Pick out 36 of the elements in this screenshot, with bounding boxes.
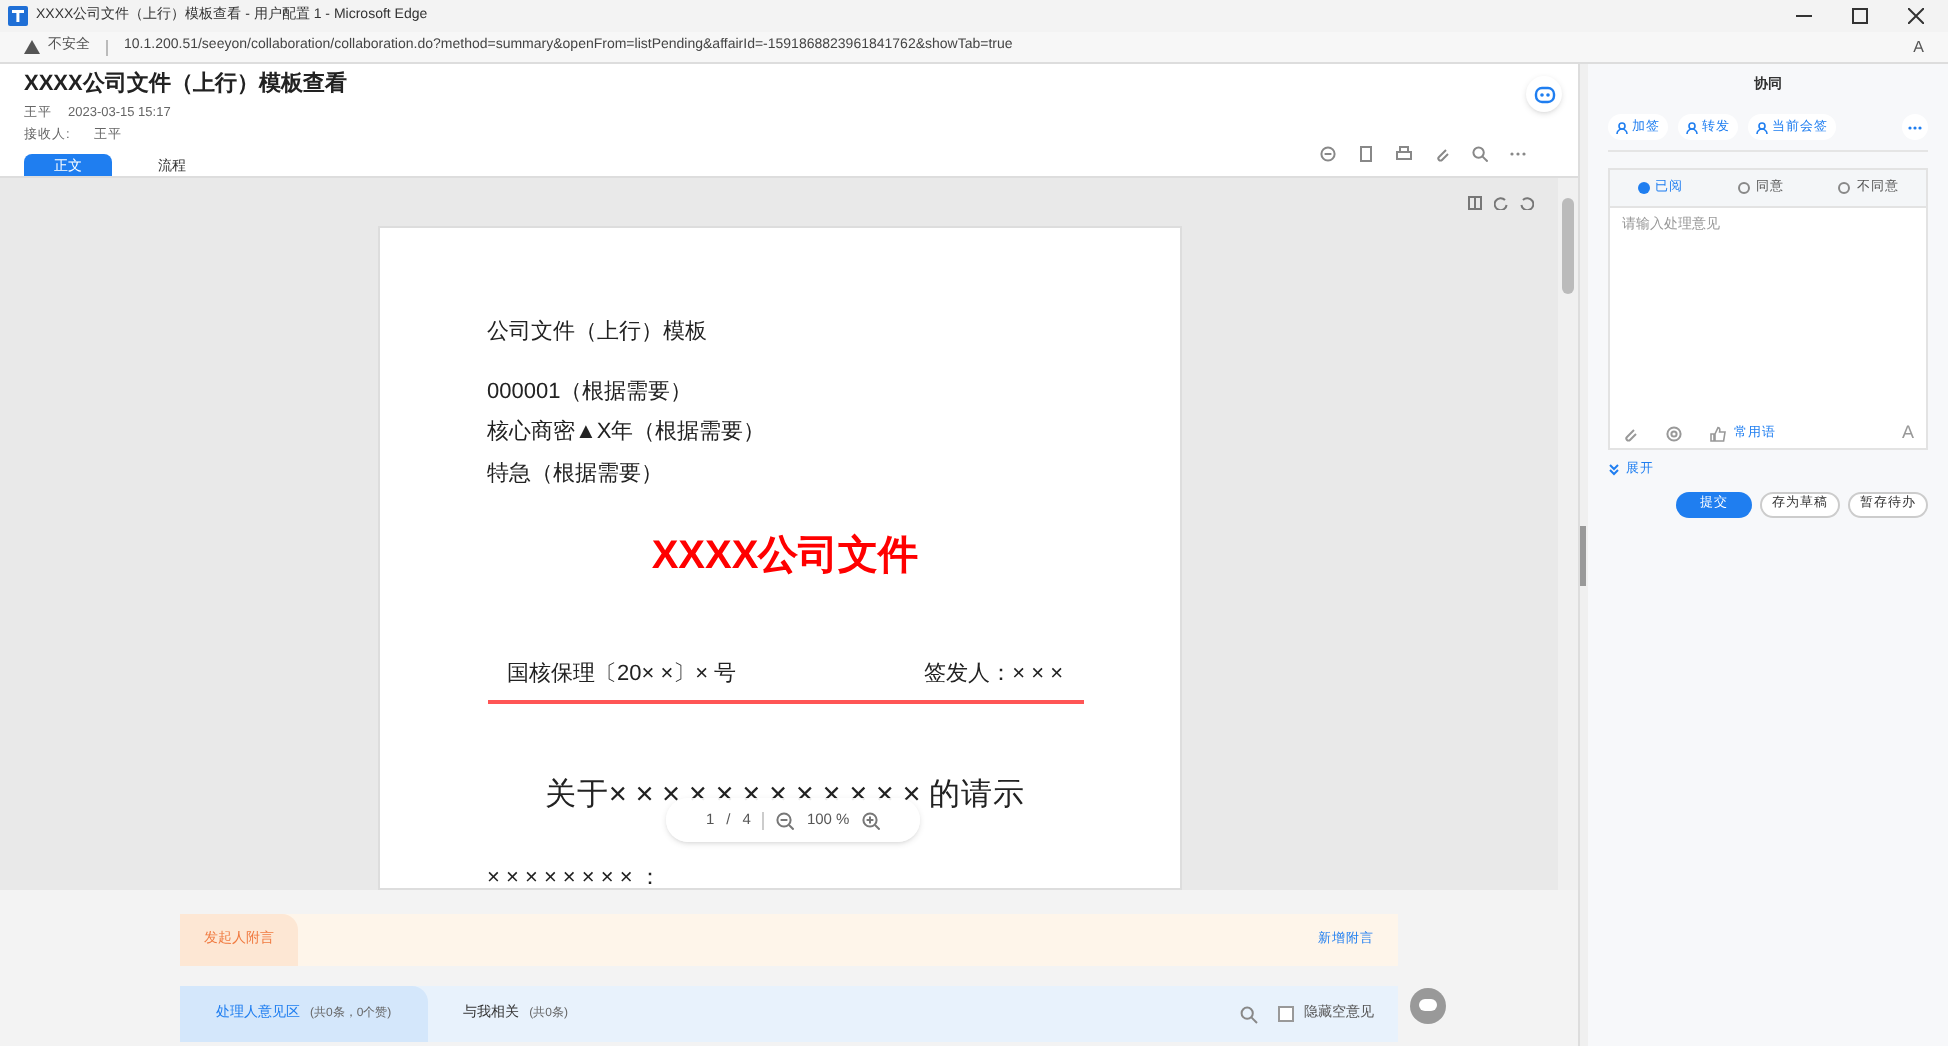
document-text: 核心商密▲X年（根据需要）: [487, 417, 768, 448]
columns-icon[interactable]: [1468, 195, 1482, 209]
person-icon: [1616, 121, 1628, 133]
person-icon: [1756, 121, 1768, 133]
document-text: 000001（根据需要）: [487, 377, 695, 407]
chat-icon[interactable]: [1410, 988, 1446, 1024]
document-title: XXXX公司文件（上行）模板查看: [24, 69, 347, 100]
search-icon[interactable]: [1240, 1005, 1258, 1023]
hide-empty-checkbox[interactable]: [1278, 1006, 1294, 1022]
subject-text: 关于× × × × × × × × × × × × 的请示: [542, 775, 1028, 813]
warning-icon: [24, 40, 40, 54]
document-text: 公司文件（上行）模板: [487, 317, 709, 348]
signer-text: 签发人：× × ×: [924, 660, 1063, 690]
chevron-down-icon: [1608, 463, 1620, 476]
salutation-text: × × × × × × × × ：: [487, 863, 663, 888]
thumbs-up-icon[interactable]: [1710, 425, 1726, 441]
font-icon[interactable]: A: [1901, 419, 1914, 447]
zoom-out-icon[interactable]: [776, 811, 795, 829]
app-icon: [8, 6, 28, 26]
document-text: 特急（根据需要）: [487, 459, 665, 489]
rotate-right-icon[interactable]: [1520, 195, 1534, 209]
document-icon[interactable]: [1358, 146, 1374, 162]
read-aloud-icon[interactable]: A: [1913, 35, 1924, 59]
resize-handle[interactable]: [1580, 525, 1586, 585]
attachment-icon[interactable]: [1434, 146, 1450, 162]
robot-icon[interactable]: [1526, 76, 1562, 112]
print-icon[interactable]: [1396, 146, 1412, 162]
search-icon[interactable]: [1472, 146, 1488, 162]
zoom-in-icon[interactable]: [861, 811, 880, 829]
document-number: 国核保理〔20× ×〕× 号: [507, 660, 737, 690]
person-icon: [1686, 121, 1698, 133]
attachment-icon[interactable]: [1622, 425, 1638, 441]
document-heading: XXXX公司文件: [649, 531, 921, 582]
rotate-left-icon[interactable]: [1494, 195, 1508, 209]
more-button[interactable]: [1902, 114, 1928, 140]
scrollbar-thumb[interactable]: [1562, 198, 1574, 294]
